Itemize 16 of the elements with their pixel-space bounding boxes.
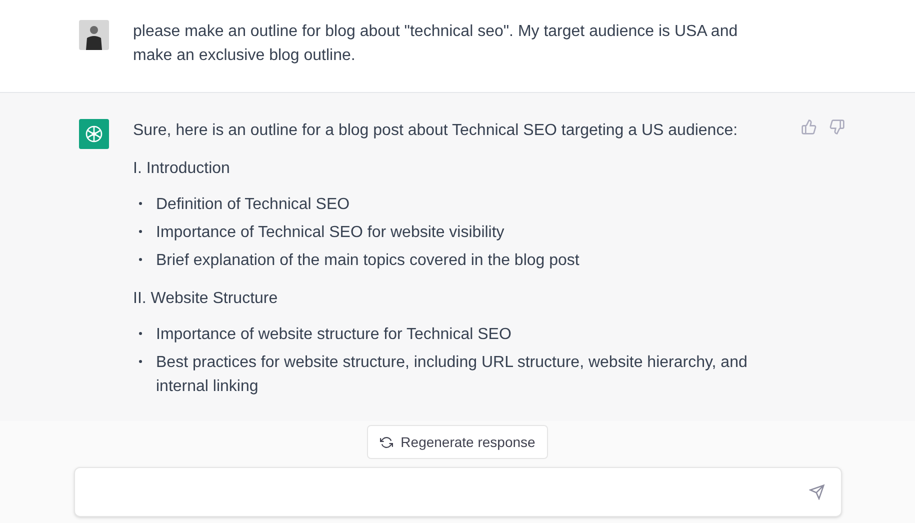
assistant-intro-text: Sure, here is an outline for a blog post about Technical SEO targeting a US audience: [133,121,739,141]
send-icon[interactable] [808,484,824,500]
bullet-text: Importance of Technical SEO for website visibility [156,223,504,243]
bullet-text: Best practices for website structure, including URL structure, website hierarchy, and internal linking [156,353,748,397]
thumbs-up-icon[interactable] [801,119,817,135]
section-heading: II. Website Structure [133,289,279,309]
bullet-text: Definition of Technical SEO [156,195,350,215]
regenerate-response-button[interactable]: Regenerate response [366,425,548,459]
refresh-icon [380,436,393,448]
section-heading: I. Introduction [133,159,231,179]
message-input-field[interactable] [74,467,842,517]
bullet-text: Importance of website structure for Technical SEO [156,325,512,345]
thumbs-down-icon[interactable] [829,119,845,135]
bullet-text: Brief explanation of the main topics covered in the blog post [156,251,580,271]
user-message-text: please make an outline for blog about "technical seo". My target audience is USA and make an exclusive blog outline. [133,22,739,66]
person-silhouette-icon [85,24,103,50]
